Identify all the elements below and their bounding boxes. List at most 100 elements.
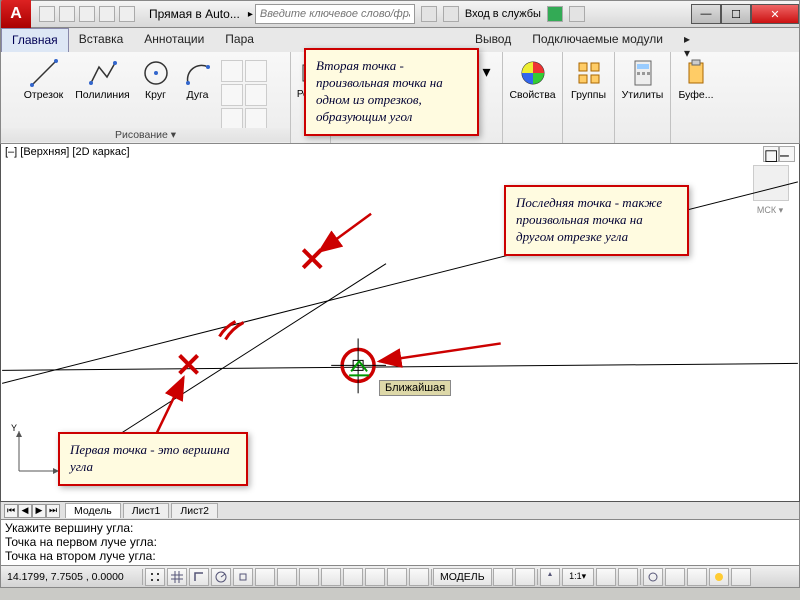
layout-max-icon[interactable] bbox=[515, 568, 535, 586]
infocenter-icon[interactable] bbox=[421, 6, 437, 22]
line-label: Отрезок bbox=[24, 89, 64, 101]
properties-button[interactable]: Свойства bbox=[508, 54, 558, 101]
tab-insert[interactable]: Вставка bbox=[69, 28, 135, 52]
otrack-icon[interactable] bbox=[277, 568, 297, 586]
coordinates[interactable]: 14.1799, 7.7505 , 0.0000 bbox=[1, 571, 141, 583]
title-bar: A Прямая в Auto... ▸ Вход в службы — ☐ ✕ bbox=[0, 0, 800, 28]
draw-small-tools bbox=[221, 54, 273, 130]
dyn-icon[interactable] bbox=[321, 568, 341, 586]
polar-icon[interactable] bbox=[211, 568, 231, 586]
clean-icon[interactable] bbox=[731, 568, 751, 586]
cmd-line-2: Точка на первом луче угла: bbox=[5, 535, 795, 549]
polyline-button[interactable]: Полилиния bbox=[73, 54, 133, 130]
exchange-icon[interactable] bbox=[547, 6, 563, 22]
utilities-label: Утилиты bbox=[622, 89, 664, 101]
panel-groups: Группы bbox=[563, 52, 615, 143]
help-icon[interactable] bbox=[569, 6, 585, 22]
groups-button[interactable]: Группы bbox=[564, 54, 614, 101]
groups-icon bbox=[573, 57, 605, 89]
tab-plugins[interactable]: Подключаемые модули bbox=[522, 28, 674, 52]
qat-new-icon[interactable] bbox=[39, 6, 55, 22]
hatch-icon[interactable] bbox=[245, 84, 267, 106]
user-icon[interactable] bbox=[443, 6, 459, 22]
minimize-button[interactable]: — bbox=[691, 4, 721, 24]
status-bar: 14.1799, 7.7505 , 0.0000 МОДЕЛЬ 1:1▾ bbox=[0, 566, 800, 588]
command-line[interactable]: Укажите вершину угла: Точка на первом лу… bbox=[0, 520, 800, 566]
callout-point1: Первая точка - это вершина угла bbox=[58, 432, 248, 486]
rect-icon[interactable] bbox=[245, 60, 267, 82]
polyline-icon bbox=[87, 57, 119, 89]
tpy-icon[interactable] bbox=[365, 568, 385, 586]
ortho-icon[interactable] bbox=[189, 568, 209, 586]
line-button[interactable]: Отрезок bbox=[19, 54, 69, 130]
annoscale-icon[interactable] bbox=[540, 568, 560, 586]
qat-redo-icon[interactable] bbox=[119, 6, 135, 22]
sc-icon[interactable] bbox=[409, 568, 429, 586]
tab-home[interactable]: Главная bbox=[1, 28, 69, 52]
isolate-icon[interactable] bbox=[709, 568, 729, 586]
tab-first-icon[interactable]: ⏮ bbox=[4, 504, 18, 518]
clipboard-icon bbox=[680, 57, 712, 89]
app-logo[interactable]: A bbox=[1, 0, 31, 28]
search-input[interactable] bbox=[255, 4, 415, 24]
tab-prev-icon[interactable]: ◀ bbox=[18, 504, 32, 518]
qat-open-icon[interactable] bbox=[59, 6, 75, 22]
tab-more[interactable]: ▸ ▾ bbox=[674, 28, 701, 52]
arc-button[interactable]: Дуга bbox=[179, 54, 217, 130]
dropdown-icon[interactable]: ▾ bbox=[483, 62, 501, 102]
circle-button[interactable]: Круг bbox=[137, 54, 175, 130]
properties-label: Свойства bbox=[509, 89, 555, 101]
osnap3d-icon[interactable] bbox=[255, 568, 275, 586]
hardware-icon[interactable] bbox=[687, 568, 707, 586]
point-icon[interactable] bbox=[221, 108, 243, 130]
clipboard-button[interactable]: Буфе... bbox=[671, 54, 721, 101]
qp-icon[interactable] bbox=[387, 568, 407, 586]
lwt-icon[interactable] bbox=[343, 568, 363, 586]
ellipse-icon[interactable] bbox=[221, 84, 243, 106]
arc-icon bbox=[182, 57, 214, 89]
lock-icon[interactable] bbox=[665, 568, 685, 586]
panel-draw-title[interactable]: Рисование ▾ bbox=[1, 128, 290, 142]
circle-icon bbox=[140, 57, 172, 89]
maximize-button[interactable]: ☐ bbox=[721, 4, 751, 24]
ducs-icon[interactable] bbox=[299, 568, 319, 586]
spline-icon[interactable] bbox=[221, 60, 243, 82]
annoall-icon[interactable] bbox=[596, 568, 616, 586]
osnap-icon[interactable] bbox=[233, 568, 253, 586]
title-right-icons: Вход в службы bbox=[415, 6, 591, 22]
close-button[interactable]: ✕ bbox=[751, 4, 799, 24]
annoauto-icon[interactable] bbox=[618, 568, 638, 586]
login-label[interactable]: Вход в службы bbox=[465, 8, 541, 20]
grid-icon[interactable] bbox=[167, 568, 187, 586]
tab-sheet1[interactable]: Лист1 bbox=[123, 503, 170, 518]
search-arrow-icon: ▸ bbox=[246, 9, 255, 20]
tab-param[interactable]: Пара bbox=[215, 28, 265, 52]
svg-text:Y: Y bbox=[11, 423, 17, 433]
tab-next-icon[interactable]: ▶ bbox=[32, 504, 46, 518]
cmd-line-1: Укажите вершину угла: bbox=[5, 521, 795, 535]
layout-quick-icon[interactable] bbox=[493, 568, 513, 586]
window-controls: — ☐ ✕ bbox=[691, 4, 799, 24]
snap-tooltip: Ближайшая bbox=[379, 380, 451, 396]
callout-point3: Последняя точка - также произвольная точ… bbox=[504, 185, 689, 256]
panel-unknown: ▾ bbox=[481, 52, 503, 143]
polyline-label: Полилиния bbox=[75, 89, 130, 101]
snap-grid-icon[interactable] bbox=[145, 568, 165, 586]
tab-last-icon[interactable]: ⏭ bbox=[46, 504, 60, 518]
tab-sheet2[interactable]: Лист2 bbox=[171, 503, 218, 518]
groups-label: Группы bbox=[571, 89, 606, 101]
qat-save-icon[interactable] bbox=[79, 6, 95, 22]
tab-nav: ⏮ ◀ ▶ ⏭ bbox=[1, 504, 63, 518]
calculator-icon bbox=[627, 57, 659, 89]
utilities-button[interactable]: Утилиты bbox=[618, 54, 668, 101]
annoscale-text[interactable]: 1:1▾ bbox=[562, 568, 594, 586]
tab-annotate[interactable]: Аннотации bbox=[134, 28, 215, 52]
circle-label: Круг bbox=[145, 89, 166, 101]
workspace-icon[interactable] bbox=[643, 568, 663, 586]
qat-undo-icon[interactable] bbox=[99, 6, 115, 22]
region-icon[interactable] bbox=[245, 108, 267, 130]
model-space-button[interactable]: МОДЕЛЬ bbox=[433, 568, 492, 586]
tab-model[interactable]: Модель bbox=[65, 503, 121, 518]
line-icon bbox=[28, 57, 60, 89]
callout-point2: Вторая точка - произвольная точка на одн… bbox=[304, 48, 479, 136]
